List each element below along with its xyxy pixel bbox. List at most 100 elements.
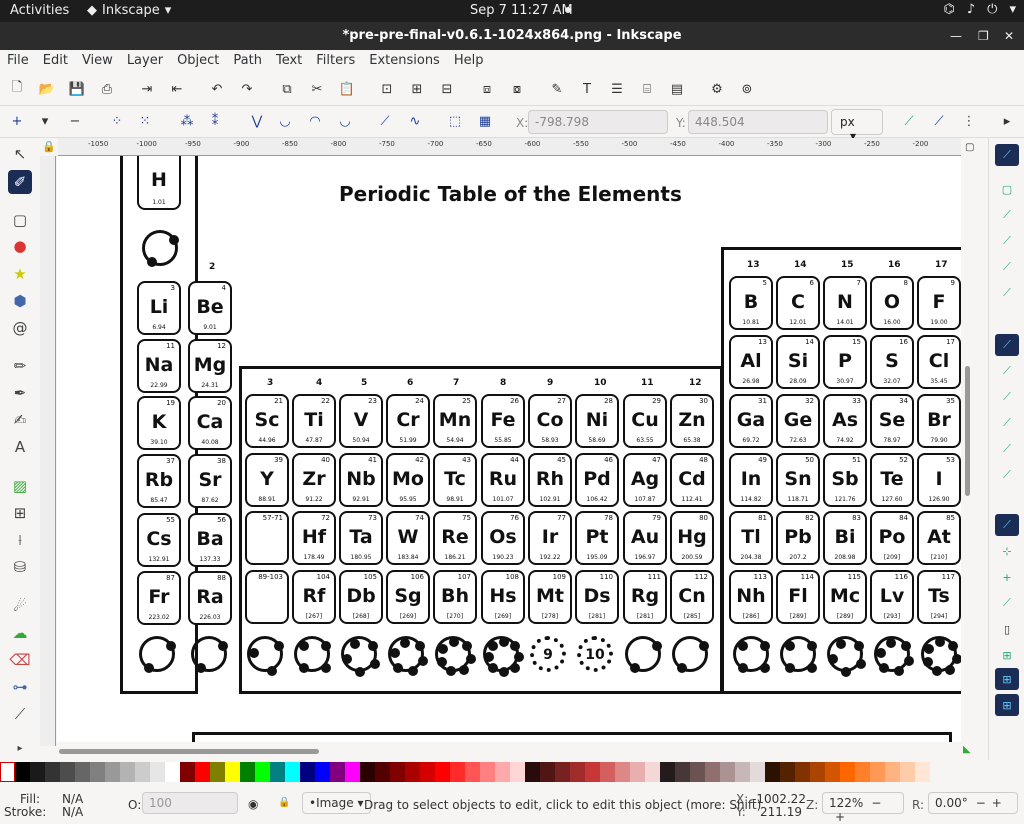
color-swatch[interactable]: [75, 762, 90, 782]
color-swatch[interactable]: [810, 762, 825, 782]
rotate-cw-icon[interactable]: +: [992, 796, 1002, 810]
color-swatch[interactable]: [855, 762, 870, 782]
cusp-node-icon[interactable]: ⋁: [246, 110, 268, 132]
menu-path[interactable]: Path: [226, 50, 269, 72]
color-swatch[interactable]: [900, 762, 915, 782]
activities-button[interactable]: Activities: [10, 3, 69, 18]
show-handles-icon[interactable]: ⟋: [928, 110, 950, 132]
color-swatch[interactable]: [915, 762, 930, 782]
color-swatch[interactable]: [390, 762, 405, 782]
color-swatch[interactable]: [480, 762, 495, 782]
text-tool-icon[interactable]: A: [8, 435, 32, 459]
lock-guides-icon[interactable]: 🔒: [42, 140, 56, 153]
auto-smooth-icon[interactable]: ◡: [334, 110, 356, 132]
color-swatch[interactable]: [885, 762, 900, 782]
stroke-value[interactable]: N/A: [62, 805, 83, 819]
eye-icon[interactable]: ◉: [248, 797, 258, 811]
copy-icon[interactable]: ⧉: [276, 78, 298, 100]
color-swatch[interactable]: [195, 762, 210, 782]
calligraphy-tool-icon[interactable]: ✍: [8, 408, 32, 432]
no-paint-swatch[interactable]: [0, 762, 15, 782]
ellipse-tool-icon[interactable]: ●: [8, 234, 32, 258]
color-swatch[interactable]: [720, 762, 735, 782]
cut-icon[interactable]: ✂: [306, 78, 328, 100]
selector-tool-icon[interactable]: ↖: [8, 142, 32, 166]
color-swatch[interactable]: [570, 762, 585, 782]
snap-baseline-icon[interactable]: ⟋: [995, 592, 1019, 614]
color-swatch[interactable]: [540, 762, 555, 782]
color-swatch[interactable]: [870, 762, 885, 782]
y-coordinate-field[interactable]: 448.504: [688, 110, 828, 134]
color-swatch[interactable]: [675, 762, 690, 782]
close-icon[interactable]: ✕: [1004, 22, 1014, 50]
show-transform-handles-icon[interactable]: ⟋: [898, 110, 920, 132]
break-path-icon[interactable]: ⁙: [134, 110, 156, 132]
menu-extensions[interactable]: Extensions: [362, 50, 447, 72]
dropper-tool-icon[interactable]: ⟊: [8, 528, 32, 552]
color-swatch[interactable]: [405, 762, 420, 782]
stroke-to-path-icon[interactable]: ▦: [474, 110, 496, 132]
color-swatch[interactable]: [585, 762, 600, 782]
show-outline-icon[interactable]: ⋮: [958, 110, 980, 132]
vertical-ruler[interactable]: [40, 156, 56, 746]
zoom-field[interactable]: 122% − +: [822, 792, 904, 824]
app-menu[interactable]: ◆ Inkscape ▾: [87, 3, 171, 18]
snap-others-icon[interactable]: ⟋: [995, 514, 1019, 536]
color-swatch[interactable]: [225, 762, 240, 782]
horizontal-ruler[interactable]: -1050 -1000 -950 -900 -850 -800 -750 -700 -650 -6…: [58, 138, 961, 156]
duplicate-icon[interactable]: ⧈: [476, 78, 498, 100]
import-icon[interactable]: ⇥: [136, 78, 158, 100]
color-swatch[interactable]: [135, 762, 150, 782]
color-swatch[interactable]: [795, 762, 810, 782]
curve-segment-icon[interactable]: ∿: [404, 110, 426, 132]
snap-intersection-icon[interactable]: ⟋: [995, 386, 1019, 408]
export-icon[interactable]: ⇤: [166, 78, 188, 100]
color-swatch[interactable]: [375, 762, 390, 782]
spiral-tool-icon[interactable]: @: [8, 316, 32, 340]
star-tool-icon[interactable]: ★: [8, 262, 32, 286]
color-swatch[interactable]: [450, 762, 465, 782]
color-swatch[interactable]: [360, 762, 375, 782]
color-swatch[interactable]: [780, 762, 795, 782]
color-swatch[interactable]: [315, 762, 330, 782]
delete-node-icon[interactable]: −: [64, 110, 86, 132]
color-swatch[interactable]: [330, 762, 345, 782]
color-swatch[interactable]: [90, 762, 105, 782]
join-nodes-icon[interactable]: ⁘: [106, 110, 128, 132]
maximize-icon[interactable]: ❐: [978, 22, 989, 50]
zoom-in-icon[interactable]: +: [835, 810, 845, 824]
pen-tool-icon[interactable]: ✒: [8, 381, 32, 405]
menu-edit[interactable]: Edit: [36, 50, 75, 72]
spray-tool-icon[interactable]: ☁: [8, 621, 32, 645]
mesh-tool-icon[interactable]: ⊞: [8, 501, 32, 525]
paint-bucket-tool-icon[interactable]: ⛁: [8, 555, 32, 579]
scrollbar-thumb[interactable]: [59, 749, 319, 754]
color-swatch[interactable]: [705, 762, 720, 782]
measure-tool-icon[interactable]: ⟋: [8, 702, 32, 726]
new-document-icon[interactable]: 🗋: [6, 78, 28, 100]
document-properties-icon[interactable]: ⚙: [706, 78, 728, 100]
snap-bbox-center-icon[interactable]: ⟋: [995, 282, 1019, 304]
line-segment-icon[interactable]: ⟋: [374, 110, 396, 132]
color-swatch[interactable]: [150, 762, 165, 782]
xml-editor-icon[interactable]: ⌸: [636, 78, 658, 100]
x-coordinate-field[interactable]: -798.798: [528, 110, 668, 134]
snap-path-icon[interactable]: ⟋: [995, 360, 1019, 382]
layer-select[interactable]: •Image ▾: [302, 792, 371, 814]
minimize-icon[interactable]: —: [950, 22, 962, 50]
align-icon[interactable]: ▤: [666, 78, 688, 100]
color-swatch[interactable]: [555, 762, 570, 782]
color-swatch[interactable]: [105, 762, 120, 782]
color-swatch[interactable]: [615, 762, 630, 782]
rotation-field[interactable]: 0.00° − +: [928, 792, 1018, 814]
delete-segment-icon[interactable]: ⁑: [204, 110, 226, 132]
unit-select[interactable]: px ▾: [831, 109, 883, 143]
color-swatch[interactable]: [420, 762, 435, 782]
zoom-selection-icon[interactable]: ⊡: [376, 78, 398, 100]
drawing-canvas[interactable]: Periodic Table of the Elements 234567891…: [57, 156, 961, 742]
color-swatch[interactable]: [255, 762, 270, 782]
snap-bbox-midpoint-icon[interactable]: ⟋: [995, 256, 1019, 278]
chevron-right-icon[interactable]: ▸: [996, 110, 1018, 132]
clock[interactable]: Sep 7 11:27 AM: [470, 3, 573, 18]
color-swatch[interactable]: [690, 762, 705, 782]
